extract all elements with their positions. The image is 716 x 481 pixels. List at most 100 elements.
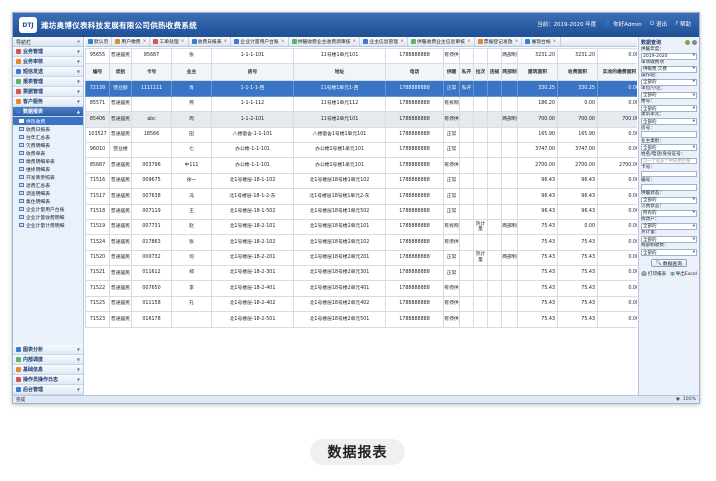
- filter-select[interactable]: 供暖费,欠费: [641, 65, 697, 73]
- tab-item[interactable]: 供暖收费业主收费调审核 ×: [289, 37, 361, 46]
- filter-select[interactable]: 全部的: [641, 92, 697, 99]
- tab-close-icon[interactable]: ×: [352, 39, 356, 44]
- table-cell: 冯: [171, 188, 212, 205]
- sidebar-item[interactable]: 欠费明细表: [13, 141, 83, 149]
- report-icon: [19, 191, 24, 195]
- sidebar-group[interactable]: 数据报表 ▲: [13, 107, 83, 117]
- tab-close-icon[interactable]: ×: [281, 39, 285, 44]
- tab-close-icon[interactable]: ×: [143, 39, 147, 44]
- sidebar-item[interactable]: 维修明细表: [13, 165, 83, 173]
- table-row[interactable]: 85571 普通居民 燕 1-1-1-112 11号楼1单元112 1788888888 有…: [85, 95, 637, 113]
- sidebar-group[interactable]: 操作员操作日志 ▼: [13, 375, 83, 385]
- sidebar-group[interactable]: 短信发送 ▼: [13, 67, 83, 77]
- tab-close-icon[interactable]: ×: [400, 39, 404, 44]
- tab-item[interactable]: 供暖收费业主信息审核 ×: [408, 37, 475, 46]
- filter-input[interactable]: [641, 170, 697, 178]
- tab-item[interactable]: 企业计量用户台账 ×: [231, 37, 289, 46]
- data-grid[interactable]: 95655 普通居民 85687 张 1-1-1-101 11号楼1单元101 178888…: [85, 48, 637, 395]
- filter-select[interactable]: 全部的: [641, 196, 697, 204]
- tab-close-icon[interactable]: ×: [553, 39, 557, 44]
- sidebar-item[interactable]: 收费日报表: [13, 125, 83, 133]
- tab-item[interactable]: 展现台帐 ×: [522, 37, 561, 46]
- sidebar-item[interactable]: 供热收费: [13, 117, 83, 125]
- tab-close-icon[interactable]: ×: [181, 39, 185, 44]
- sidebar-group[interactable]: 报表管理 ▼: [13, 77, 83, 87]
- user-menu[interactable]: 👤 你好Admin: [604, 20, 641, 28]
- tab-close-icon[interactable]: ×: [467, 39, 471, 44]
- filter-select[interactable]: 全部的: [641, 118, 697, 126]
- table-row[interactable]: 71522 普通居民 007650 李北1号楼层-18-2-401 北1号楼层18号楼2…: [85, 280, 637, 297]
- sidebar-item[interactable]: 缴费明细单表: [13, 157, 83, 165]
- filter-input[interactable]: [641, 131, 697, 139]
- sidebar-item[interactable]: 集住明细表: [13, 197, 83, 205]
- filter-select[interactable]: 所有的: [641, 209, 697, 217]
- sidebar-item[interactable]: 开发商参照表: [13, 173, 83, 181]
- sidebar-item[interactable]: 退费汇总表: [13, 181, 83, 189]
- sidebar-group[interactable]: 业务管理 ▼: [13, 47, 83, 57]
- table-row[interactable]: 95655 普通居民 85687 张 1-1-1-101 11号楼1单元101 178888…: [85, 48, 637, 65]
- table-row[interactable]: 71525 普通居民 011158 孔北1号楼层-18-2-402 北1号楼层18号楼2…: [85, 295, 637, 313]
- sidebar-item-label: 企业计量计费明细: [26, 223, 65, 229]
- zoom-control[interactable]: ◉ 100%: [676, 397, 696, 402]
- help-icon: ?: [675, 21, 678, 27]
- sidebar-group[interactable]: 业务审核 ▼: [13, 57, 83, 67]
- sidebar-group[interactable]: 票据管理 ▼: [13, 87, 83, 97]
- table-row[interactable]: 71520 普通居民 000732 何北1号楼层-18-2-201 北1号楼层18号楼2…: [85, 249, 637, 267]
- table-row[interactable]: 71521 普通居民 011612 郑北1号楼层-18-2-301 北1号楼层18号楼2…: [85, 265, 637, 282]
- help-button[interactable]: ? 帮助: [675, 20, 691, 28]
- sidebar-item[interactable]: 调查明细表: [13, 189, 83, 197]
- filter-select[interactable]: 全部的: [641, 78, 697, 86]
- refresh-icon[interactable]: [685, 39, 690, 45]
- export-excel-button[interactable]: ▦ 导出Excel: [670, 271, 697, 278]
- table-row[interactable]: 71523 普通居民 016178 北1号楼层-18-2-501 北1号楼层18号楼2单…: [85, 311, 637, 328]
- table-row[interactable]: 96010 营业楼 七办公楼-1-1-101 办公楼1号楼1单元101 17888888…: [85, 141, 637, 159]
- tab-close-icon[interactable]: ×: [515, 39, 519, 44]
- tab-item[interactable]: 工单处理 ×: [150, 37, 189, 46]
- tab-icon: [191, 39, 197, 44]
- sidebar-group[interactable]: 后台管理 ▼: [13, 385, 83, 395]
- sidebar-group[interactable]: 基础信息 ▼: [13, 365, 83, 375]
- sidebar-item[interactable]: 企业计量用户台账: [13, 205, 83, 213]
- table-cell: 普通居民: [109, 172, 132, 190]
- filter-select[interactable]: 全部的: [641, 144, 697, 152]
- tab-item[interactable]: 用户缴费 ×: [112, 37, 151, 46]
- table-row[interactable]: 85406 普通居民 abc 周 1-1-2-101 11号楼2单元101 17888888…: [85, 111, 637, 128]
- sidebar-item[interactable]: 企业计量收费明细: [13, 213, 83, 221]
- table-row[interactable]: 71516 普通居民 009675 徐一 北1号楼层-18-1-102 北1号楼层18号楼…: [85, 172, 637, 190]
- table-cell: 75.43: [517, 311, 558, 328]
- table-cell: [501, 141, 518, 159]
- column-header: 编号: [85, 63, 110, 82]
- query-button[interactable]: 🔍 数据查询: [651, 259, 687, 267]
- filter-select[interactable]: 全部的: [641, 249, 697, 256]
- filter-select[interactable]: 全部的: [641, 105, 697, 112]
- sidebar-item[interactable]: 收费单表: [13, 149, 83, 157]
- table-row[interactable]: 71519 普通居民 007731 赵北1号楼层-18-2-101 北1号楼层18号楼2…: [85, 218, 637, 236]
- pin-icon[interactable]: [692, 39, 697, 45]
- filter-select[interactable]: 全部的: [641, 223, 697, 230]
- table-row[interactable]: 71517 普通居民 007638 冯北1号楼层-18-1-2-东 北1号楼层18号楼1…: [85, 188, 637, 205]
- sidebar-item[interactable]: 往年汇总表: [13, 133, 83, 141]
- table-row[interactable]: 71518 普通居民 007119 王北1号楼层-18-1-502 北1号楼层18号楼1…: [85, 203, 637, 220]
- collapse-icon[interactable]: «: [77, 39, 80, 45]
- filter-select[interactable]: 2019-2020: [641, 52, 697, 60]
- tab-item[interactable]: 票据登记发放 ×: [475, 37, 523, 46]
- table-cell: 700.00: [517, 111, 558, 128]
- tab-label: 默认页: [94, 40, 109, 45]
- table-row[interactable]: 71524 普通居民 017863 张北1号楼层-18-2-102 北1号楼层18号楼2…: [85, 234, 637, 251]
- exit-button[interactable]: ⏻ 退出: [650, 20, 667, 29]
- tab-item[interactable]: 业主信息管理 ×: [360, 37, 408, 46]
- tab-close-icon[interactable]: ×: [224, 39, 228, 44]
- tab-item[interactable]: 默认页: [85, 37, 113, 46]
- print-report-button[interactable]: 🖨 打印报表: [641, 271, 666, 278]
- filter-input[interactable]: [641, 183, 697, 191]
- tab-item[interactable]: 收费日报表 ×: [189, 37, 232, 46]
- sidebar-group[interactable]: 图表分析 ▼: [13, 345, 83, 355]
- sidebar-group[interactable]: 内部调度 ▼: [13, 355, 83, 365]
- table-row[interactable]: 72139 营业额 1111111 肖 1-1-1-1-西 11号楼1单元1-西 17888…: [85, 80, 637, 97]
- sidebar-item[interactable]: 企业计量计费明细: [13, 221, 83, 229]
- filter-input[interactable]: 可一个或多个中间用空格: [641, 157, 697, 165]
- table-row[interactable]: 85687 普通居民 003796 中111 办公楼-1-1-101 办公楼1号楼1单元1…: [85, 157, 637, 174]
- filter-select[interactable]: 全部的: [641, 236, 697, 243]
- table-row[interactable]: 103527 普通居民 18566 田八楼宿舍-1-1-101 八楼宿舍1号楼1单元10…: [85, 126, 637, 143]
- sidebar-group[interactable]: 客户服务 ▼: [13, 97, 83, 107]
